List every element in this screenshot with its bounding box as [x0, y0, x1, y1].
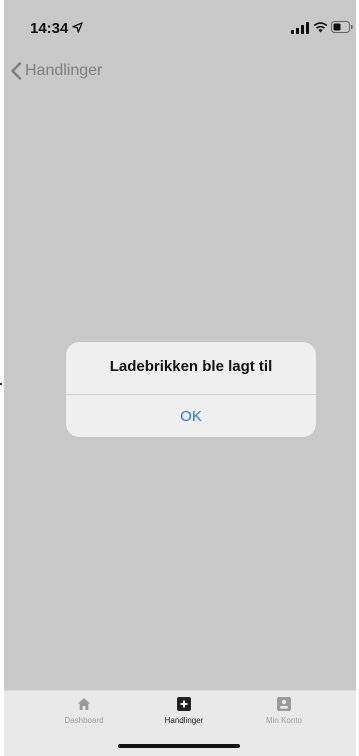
tab-label: Min Konto — [265, 716, 303, 725]
phone-screen: 14:34 Handlinger Ladebrikken ble lagt ti… — [4, 0, 356, 756]
home-indicator — [118, 744, 240, 748]
alert-ok-button[interactable]: OK — [66, 395, 316, 437]
alert-dialog: Ladebrikken ble lagt til OK — [66, 342, 316, 437]
alert-title: Ladebrikken ble lagt til — [109, 358, 273, 375]
account-card-icon — [277, 697, 291, 711]
home-icon — [78, 698, 90, 710]
tab-dashboard[interactable]: Dashboard — [34, 697, 134, 733]
tab-label: Handlinger — [164, 716, 204, 725]
tab-min-konto[interactable]: Min Konto — [234, 697, 334, 733]
edge-mark — [0, 383, 2, 385]
plus-square-icon — [177, 697, 191, 711]
tab-label: Dashboard — [64, 716, 104, 725]
tab-handlinger[interactable]: Handlinger — [134, 697, 234, 733]
